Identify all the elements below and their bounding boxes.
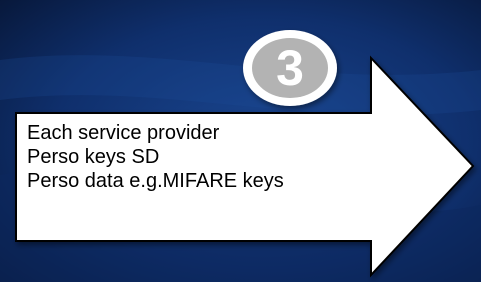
step-line-perso-keys: Perso keys SD — [27, 146, 160, 168]
step-line-perso-data: Perso data e.g.MIFARE keys — [27, 170, 284, 192]
step-line-service-provider: Each service provider — [27, 122, 220, 144]
step-number: 3 — [276, 40, 304, 96]
step-text-block: Each service provider Perso keys SD Pers… — [27, 121, 357, 193]
